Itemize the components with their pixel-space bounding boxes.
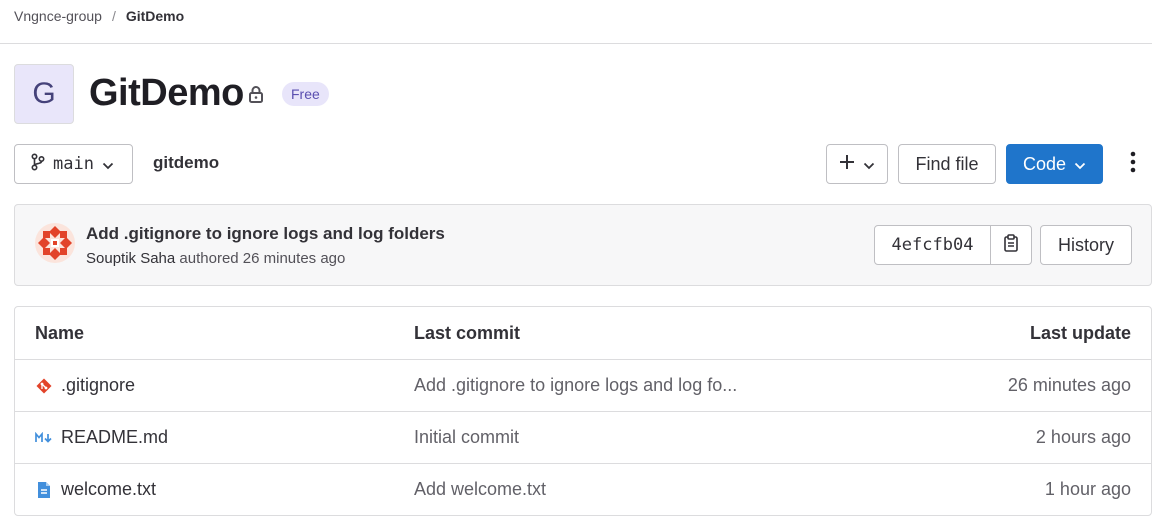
- find-file-button[interactable]: Find file: [898, 144, 996, 184]
- more-actions-button[interactable]: [1120, 151, 1146, 178]
- file-link[interactable]: welcome.txt: [61, 479, 156, 500]
- commit-sha[interactable]: 4efcfb04: [875, 226, 991, 264]
- file-tree-table: Name Last commit Last update .gitignore …: [14, 306, 1152, 516]
- table-row[interactable]: .gitignore Add .gitignore to ignore logs…: [15, 359, 1151, 411]
- lock-icon: [247, 84, 265, 104]
- repository-path[interactable]: gitdemo: [153, 153, 219, 173]
- chevron-down-icon: [102, 154, 114, 175]
- branch-icon: [31, 152, 45, 176]
- file-link[interactable]: .gitignore: [61, 375, 135, 396]
- breadcrumb-group-link[interactable]: Vngnce-group: [14, 8, 102, 24]
- breadcrumb-project-link[interactable]: GitDemo: [126, 8, 184, 24]
- column-header-last-commit: Last commit: [414, 322, 521, 343]
- file-updated-time: 26 minutes ago: [1007, 375, 1131, 395]
- page-title: GitDemo: [89, 72, 244, 114]
- table-row[interactable]: README.md Initial commit 2 hours ago: [15, 411, 1151, 463]
- author-avatar[interactable]: [35, 223, 75, 263]
- markdown-icon: [35, 429, 53, 447]
- clipboard-icon: [1003, 233, 1019, 257]
- branch-selector[interactable]: main: [14, 144, 133, 184]
- code-dropdown-button[interactable]: Code: [1006, 144, 1103, 184]
- table-header-row: Name Last commit Last update: [15, 307, 1151, 359]
- file-commit-link[interactable]: Add .gitignore to ignore logs and log fo…: [414, 360, 737, 411]
- file-commit-link[interactable]: Add welcome.txt: [414, 464, 546, 515]
- code-button-label: Code: [1022, 153, 1067, 174]
- kebab-icon: [1130, 151, 1136, 178]
- branch-name: main: [53, 154, 94, 174]
- commit-sha-group: 4efcfb04: [874, 225, 1032, 265]
- last-commit-panel: Add .gitignore to ignore logs and log fo…: [14, 204, 1152, 286]
- chevron-down-icon: [863, 154, 875, 175]
- file-updated-time: 1 hour ago: [1044, 479, 1131, 499]
- plus-icon: [839, 154, 855, 175]
- commit-meta: Souptik Saha authored 26 minutes ago: [86, 250, 345, 267]
- tier-badge: Free: [282, 82, 329, 106]
- project-avatar: G: [14, 64, 74, 124]
- header-divider: [0, 43, 1152, 44]
- file-name-cell: README.md: [35, 412, 168, 463]
- column-header-name: Name: [35, 322, 85, 343]
- add-to-tree-button[interactable]: [826, 144, 888, 184]
- file-link[interactable]: README.md: [61, 427, 168, 448]
- file-name-cell: welcome.txt: [35, 464, 156, 515]
- text-file-icon: [35, 481, 53, 499]
- column-header-last-update: Last update: [1029, 322, 1131, 343]
- git-icon: [35, 377, 53, 395]
- file-updated-time: 2 hours ago: [1035, 427, 1131, 447]
- commit-author-link[interactable]: Souptik Saha: [86, 250, 175, 267]
- commit-title-link[interactable]: Add .gitignore to ignore logs and log fo…: [86, 224, 445, 244]
- breadcrumb: Vngnce-group / GitDemo: [14, 6, 184, 26]
- table-row[interactable]: welcome.txt Add welcome.txt 1 hour ago: [15, 463, 1151, 515]
- file-name-cell: .gitignore: [35, 360, 135, 411]
- file-commit-link[interactable]: Initial commit: [414, 412, 519, 463]
- chevron-down-icon: [1074, 154, 1086, 175]
- commit-authored-time: authored 26 minutes ago: [179, 250, 346, 267]
- breadcrumb-separator: /: [111, 8, 116, 24]
- history-button[interactable]: History: [1040, 225, 1132, 265]
- copy-sha-button[interactable]: [991, 226, 1031, 264]
